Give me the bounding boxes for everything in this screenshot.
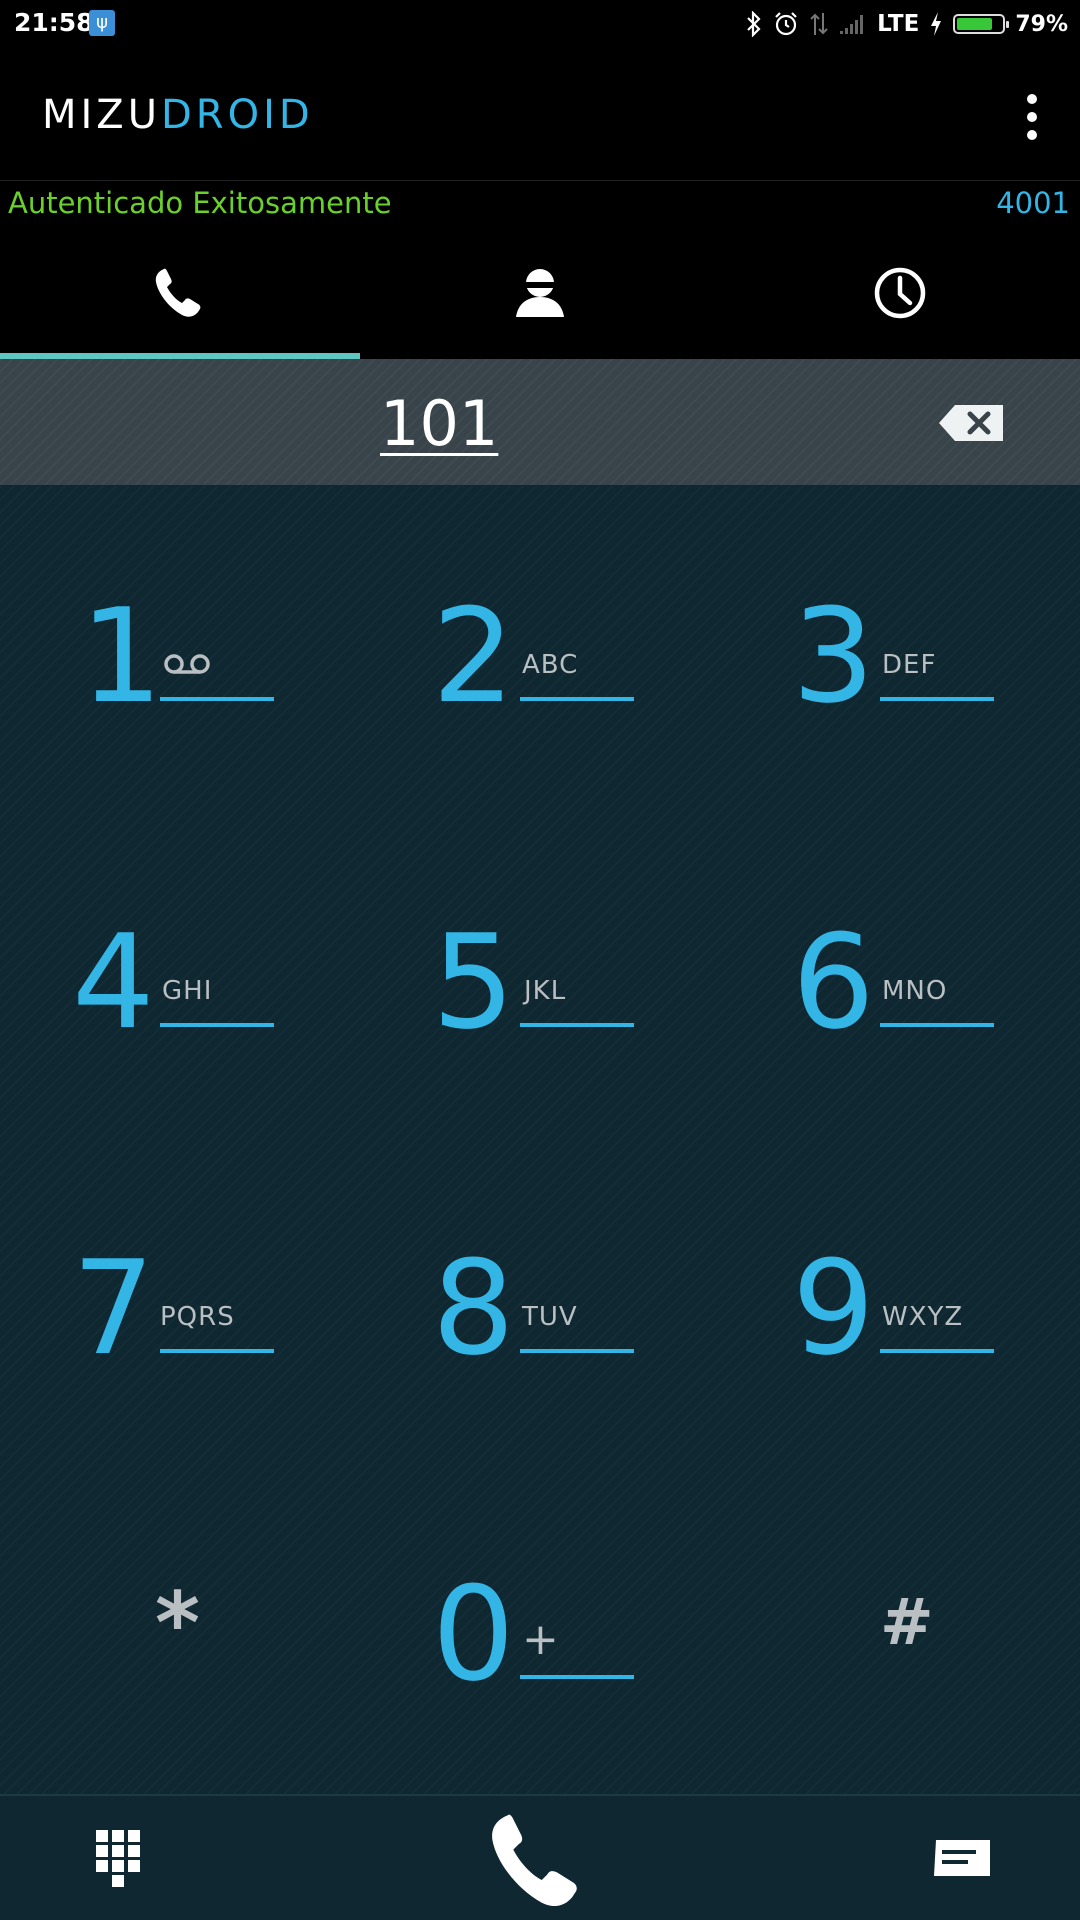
dialed-number[interactable]: 101 [380,387,498,460]
key-digit: # [880,1586,934,1660]
key-5[interactable]: 5 JKL [360,812,720,1138]
app-bar: MIZUDROID [0,48,1080,180]
registration-status: Autenticado Exitosamente [8,186,392,220]
tab-history[interactable] [720,227,1080,359]
key-underline [160,1023,274,1027]
data-arrows-icon [810,13,828,35]
key-letters: ABC [522,650,579,680]
network-type: LTE [877,11,920,37]
key-underline [520,1349,634,1353]
key-underline [880,697,994,701]
key-underline [880,1023,994,1027]
battery-icon [953,14,1010,34]
phone-icon [155,268,201,317]
logo-part-1: MIZU [42,92,161,138]
key-letters: MNO [882,976,948,1006]
key-letters: GHI [162,976,213,1006]
key-underline [880,1349,994,1353]
key-digit: 8 [432,1232,515,1384]
bluetooth-icon [747,11,761,37]
key-digit: 2 [432,580,515,732]
call-icon[interactable] [481,1804,595,1918]
key-underline [520,1023,634,1027]
key-star[interactable]: * [0,1464,360,1790]
app-logo: MIZUDROID [42,92,314,138]
key-digit: 3 [792,580,875,732]
key-letters: JKL [524,976,567,1006]
tab-contacts[interactable] [360,227,720,359]
voicemail-icon [164,654,210,674]
key-6[interactable]: 6 MNO [720,812,1080,1138]
key-underline [160,1349,274,1353]
signal-icon [840,15,864,34]
contact-icon [516,269,564,317]
key-2[interactable]: 2 ABC [360,486,720,812]
overflow-menu-icon[interactable] [1002,78,1062,158]
usb-icon: ψ [89,10,115,36]
key-underline [160,697,274,701]
alarm-icon [775,12,797,36]
key-digit: 0 [432,1558,515,1710]
charging-icon [931,12,942,36]
battery-level [957,18,993,30]
tab-bar [0,227,1080,359]
key-hash[interactable]: # [720,1464,1080,1790]
key-digit: 9 [792,1232,875,1384]
history-clock-icon [874,267,926,319]
account-status-bar: Autenticado Exitosamente 4001 [0,180,1080,228]
status-icons: LTE 79% [745,6,1068,42]
dial-field[interactable]: 101 [0,359,1080,487]
key-digit: 7 [72,1232,155,1384]
key-digit: 4 [72,906,155,1058]
status-bar: 21:58 ψ LTE 79% [0,0,1080,48]
key-letters: PQRS [160,1302,235,1332]
key-digit: 6 [792,906,875,1058]
key-underline [520,1675,634,1679]
key-digit: 5 [432,906,515,1058]
key-1[interactable]: 1 [0,486,360,812]
dialpad-icon[interactable] [96,1830,140,1888]
key-letters: + [522,1614,560,1665]
key-8[interactable]: 8 TUV [360,1138,720,1464]
tab-dialer[interactable] [0,227,360,359]
backspace-icon[interactable] [937,403,1007,443]
key-letters: TUV [522,1302,578,1332]
key-underline [520,697,634,701]
key-letters: WXYZ [882,1302,964,1332]
battery-percent: 79% [1015,11,1068,37]
key-7[interactable]: 7 PQRS [0,1138,360,1464]
message-icon[interactable] [932,1838,992,1880]
key-3[interactable]: 3 DEF [720,486,1080,812]
phone-screen: 21:58 ψ LTE 79% MIZUDROID Autenticado Ex… [0,0,1080,1920]
key-digit: 1 [80,580,163,732]
bottom-action-bar [0,1794,1080,1920]
key-9[interactable]: 9 WXYZ [720,1138,1080,1464]
key-4[interactable]: 4 GHI [0,812,360,1138]
status-time: 21:58 [14,8,94,37]
key-letters: DEF [882,650,937,680]
account-extension: 4001 [996,186,1070,220]
logo-part-2: DROID [161,92,314,138]
dial-keypad: 1 2 ABC 3 DEF 4 GHI 5 JKL 6 MNO 7 PQRS 8… [0,486,1080,1794]
key-digit: * [155,1574,200,1674]
key-0[interactable]: 0 + [360,1464,720,1790]
